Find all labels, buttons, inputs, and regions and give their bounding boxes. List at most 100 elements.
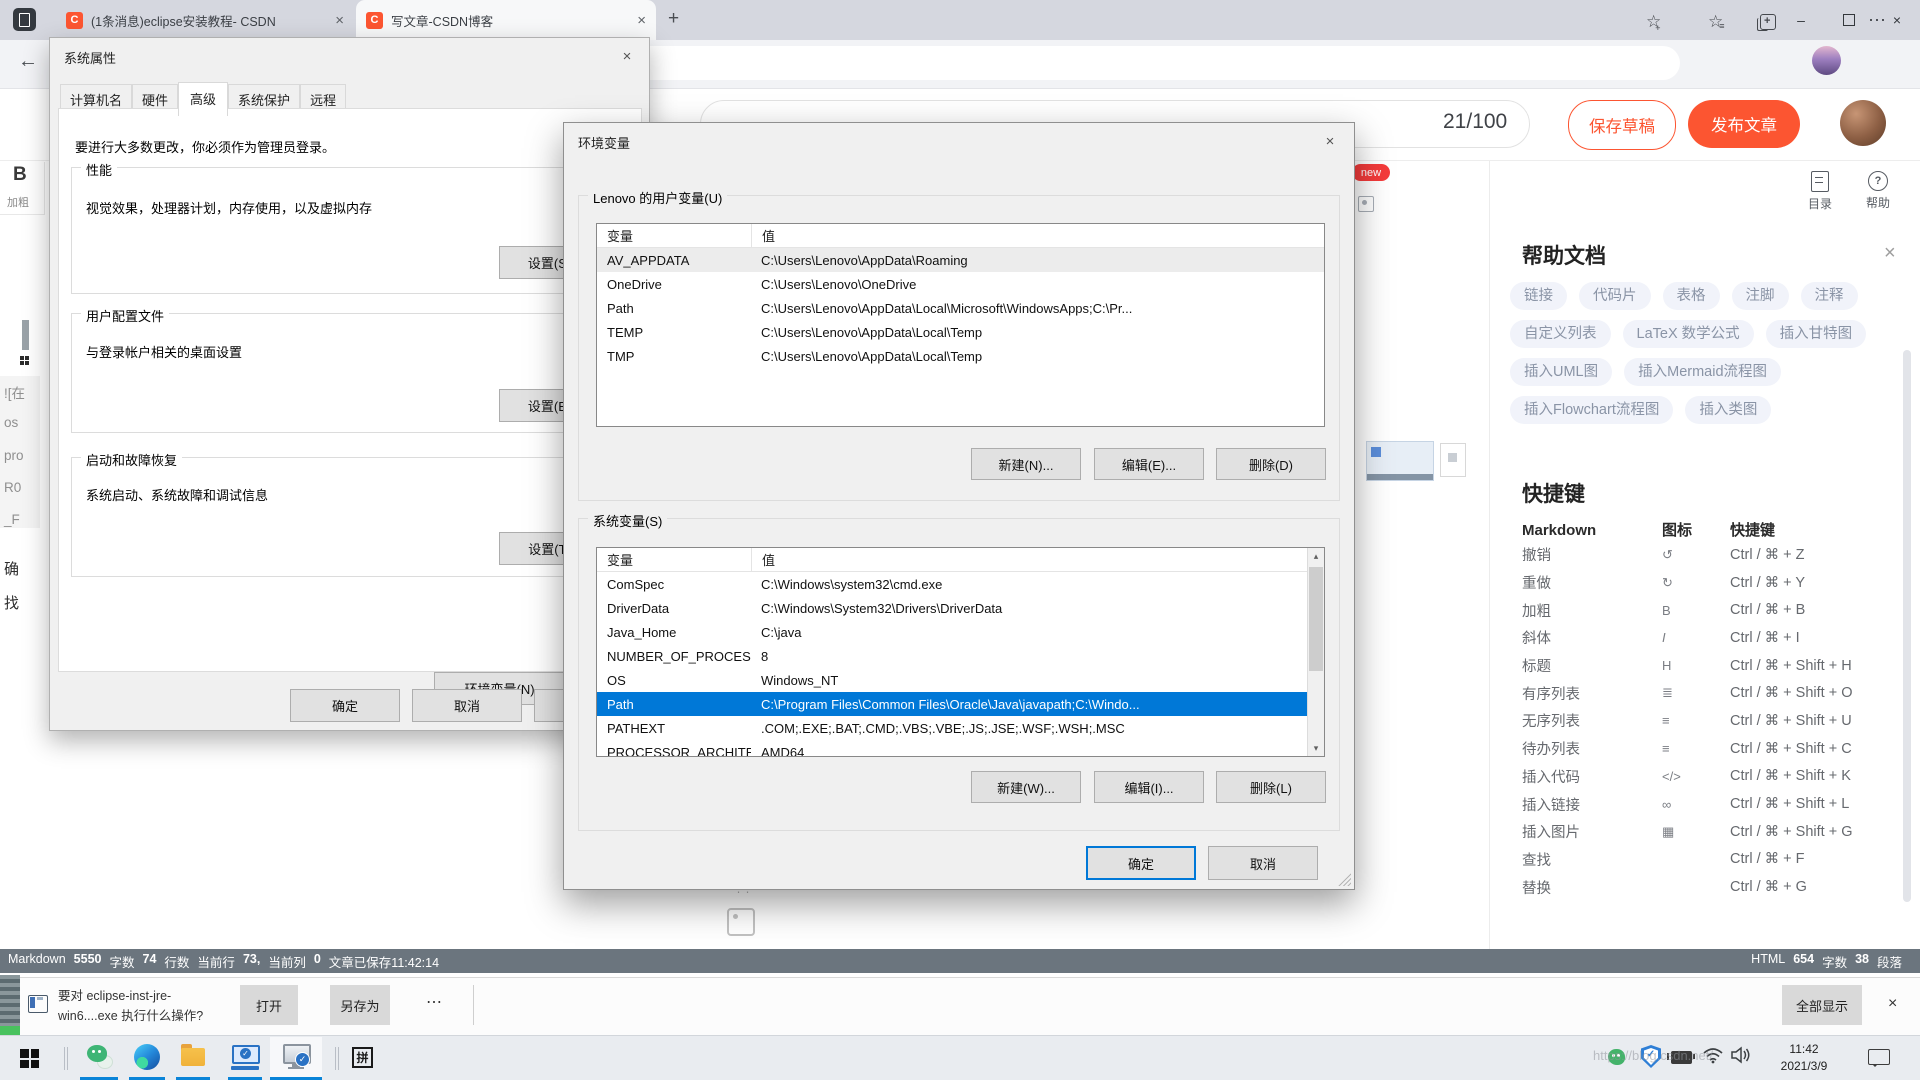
bold-tool-popup[interactable]: B 加粗: [0, 162, 45, 215]
scroll-down-icon[interactable]: ▾: [1308, 740, 1324, 756]
file-explorer-icon[interactable]: [181, 1048, 205, 1066]
var-row[interactable]: PROCESSOR_ARCHITECTUREAMD64: [597, 740, 1307, 757]
var-row[interactable]: TEMPC:\Users\Lenovo\AppData\Local\Temp: [597, 320, 1324, 344]
delete-user-var-button[interactable]: 删除(D): [1216, 448, 1326, 480]
wifi-icon[interactable]: [1702, 1046, 1724, 1064]
toolbar-fragment-icon[interactable]: [1358, 196, 1374, 212]
help-tag[interactable]: 插入UML图: [1510, 358, 1612, 386]
volume-icon[interactable]: [1730, 1046, 1752, 1064]
tab-close-icon[interactable]: ×: [637, 12, 646, 29]
tray-wechat-icon[interactable]: [1608, 1049, 1625, 1065]
pc-manager-icon[interactable]: ✓: [231, 1045, 259, 1071]
browser-tab-eclipse[interactable]: C (1条消息)eclipse安装教程- CSDN ×: [56, 0, 354, 40]
edit-sys-var-button[interactable]: 编辑(I)...: [1094, 771, 1204, 803]
ok-button[interactable]: 确定: [1086, 846, 1196, 880]
delete-sys-var-button[interactable]: 删除(L): [1216, 771, 1326, 803]
col-variable[interactable]: 变量: [597, 548, 752, 571]
help-tag[interactable]: 自定义列表: [1510, 320, 1611, 348]
shortcut-label: 加粗: [1522, 600, 1662, 621]
col-value[interactable]: 值: [752, 550, 1307, 569]
bold-button[interactable]: B: [13, 164, 27, 186]
var-row[interactable]: OSWindows_NT: [597, 668, 1307, 692]
help-tag[interactable]: 插入甘特图: [1766, 320, 1867, 348]
shortcut-row: 重做↻Ctrl / ⌘ + Y: [1522, 569, 1902, 597]
tray-security-icon[interactable]: ✓: [1641, 1045, 1661, 1068]
download-bar-close-icon[interactable]: ×: [1888, 995, 1897, 1013]
image-placeholder-icon: [727, 908, 755, 936]
scrollbar-thumb[interactable]: [1309, 567, 1323, 671]
var-row[interactable]: PATHEXT.COM;.EXE;.BAT;.CMD;.VBS;.VBE;.JS…: [597, 716, 1307, 740]
col-variable[interactable]: 变量: [597, 224, 752, 247]
help-tag[interactable]: 代码片: [1579, 282, 1651, 310]
scrollbar[interactable]: ▴ ▾: [1307, 548, 1324, 756]
help-tag[interactable]: 注释: [1801, 282, 1858, 310]
toc-button[interactable]: 目录: [1800, 171, 1840, 212]
action-center-icon[interactable]: [1868, 1049, 1890, 1065]
window-minimize-button[interactable]: –: [1778, 0, 1824, 40]
collections-icon[interactable]: +: [1760, 14, 1776, 30]
tab-actions-icon[interactable]: [13, 8, 36, 31]
window-maximize-button[interactable]: [1826, 0, 1872, 40]
help-tag[interactable]: 插入类图: [1685, 396, 1771, 424]
new-user-var-button[interactable]: 新建(N)...: [971, 448, 1081, 480]
col-value[interactable]: 值: [752, 226, 1324, 245]
new-sys-var-button[interactable]: 新建(W)...: [971, 771, 1081, 803]
help-tag[interactable]: 链接: [1510, 282, 1567, 310]
tab-advanced[interactable]: 高级: [178, 82, 228, 116]
browser-tab-write-article[interactable]: C 写文章-CSDN博客 ×: [356, 0, 656, 40]
help-panel-close-icon[interactable]: ×: [1884, 242, 1896, 265]
open-button[interactable]: 打开: [240, 985, 298, 1025]
resize-grip[interactable]: [1338, 873, 1351, 886]
wechat-icon[interactable]: [87, 1045, 113, 1069]
var-row[interactable]: PathC:\Users\Lenovo\AppData\Local\Micros…: [597, 296, 1324, 320]
back-icon[interactable]: ←: [18, 50, 38, 73]
var-row[interactable]: Java_HomeC:\java: [597, 620, 1307, 644]
var-value: C:\Users\Lenovo\AppData\Roaming: [751, 253, 1324, 268]
user-avatar[interactable]: [1840, 100, 1886, 146]
shortcut-keys: Ctrl / ⌘ + G: [1730, 879, 1902, 895]
var-row[interactable]: ComSpecC:\Windows\system32\cmd.exe: [597, 572, 1307, 596]
var-row[interactable]: OneDriveC:\Users\Lenovo\OneDrive: [597, 272, 1324, 296]
start-button[interactable]: [20, 1049, 39, 1068]
var-row[interactable]: DriverDataC:\Windows\System32\Drivers\Dr…: [597, 596, 1307, 620]
taskbar-clock[interactable]: 11:42 2021/3/9: [1762, 1041, 1846, 1075]
shortcut-row: 待办列表≡Ctrl / ⌘ + Shift + C: [1522, 735, 1902, 763]
input-method-indicator[interactable]: 拼: [352, 1047, 373, 1068]
help-tag[interactable]: 注脚: [1732, 282, 1789, 310]
status-part: 38: [1855, 952, 1869, 971]
help-tag[interactable]: 插入Mermaid流程图: [1624, 358, 1781, 386]
shortcut-row: 标题HCtrl / ⌘ + Shift + H: [1522, 652, 1902, 680]
more-options-icon[interactable]: ⋯: [426, 992, 443, 1012]
save-draft-button[interactable]: 保存草稿: [1568, 100, 1676, 150]
var-row[interactable]: NUMBER_OF_PROCESSORS8: [597, 644, 1307, 668]
add-favorite-icon[interactable]: ☆+: [1646, 12, 1667, 32]
sidebar-scrollbar[interactable]: [1903, 350, 1911, 902]
ordered-list-icon: ≣: [1662, 685, 1730, 701]
new-tab-button[interactable]: +: [668, 8, 679, 30]
ok-button[interactable]: 确定: [290, 689, 400, 722]
cancel-button[interactable]: 取消: [412, 689, 522, 722]
help-tag[interactable]: 表格: [1663, 282, 1720, 310]
publish-button[interactable]: 发布文章: [1688, 100, 1800, 148]
help-tag[interactable]: 插入Flowchart流程图: [1510, 396, 1673, 424]
var-row[interactable]: PathC:\Program Files\Common Files\Oracle…: [597, 692, 1307, 716]
save-as-button[interactable]: 另存为: [330, 985, 390, 1025]
var-row[interactable]: AV_APPDATAC:\Users\Lenovo\AppData\Roamin…: [597, 248, 1324, 272]
shortcut-row: 插入图片▦Ctrl / ⌘ + Shift + G: [1522, 818, 1902, 846]
tab-close-icon[interactable]: ×: [335, 12, 344, 29]
browser-profile-avatar[interactable]: [1812, 46, 1841, 75]
show-all-downloads-button[interactable]: 全部显示: [1782, 985, 1862, 1025]
var-row[interactable]: TMPC:\Users\Lenovo\AppData\Local\Temp: [597, 344, 1324, 368]
edge-icon[interactable]: [134, 1044, 160, 1070]
dialog-close-icon[interactable]: ×: [613, 44, 641, 68]
dialog-close-icon[interactable]: ×: [1316, 129, 1344, 153]
favorites-icon[interactable]: ☆≡: [1708, 12, 1728, 32]
cancel-button[interactable]: 取消: [1208, 846, 1318, 880]
help-tag[interactable]: LaTeX 数学公式: [1623, 320, 1754, 348]
edit-user-var-button[interactable]: 编辑(E)...: [1094, 448, 1204, 480]
system-icon[interactable]: ✓: [282, 1044, 310, 1072]
battery-icon[interactable]: [1671, 1051, 1692, 1064]
scroll-up-icon[interactable]: ▴: [1308, 548, 1324, 564]
browser-menu-icon[interactable]: ⋯: [1868, 10, 1887, 31]
help-button[interactable]: ? 帮助: [1858, 171, 1898, 211]
